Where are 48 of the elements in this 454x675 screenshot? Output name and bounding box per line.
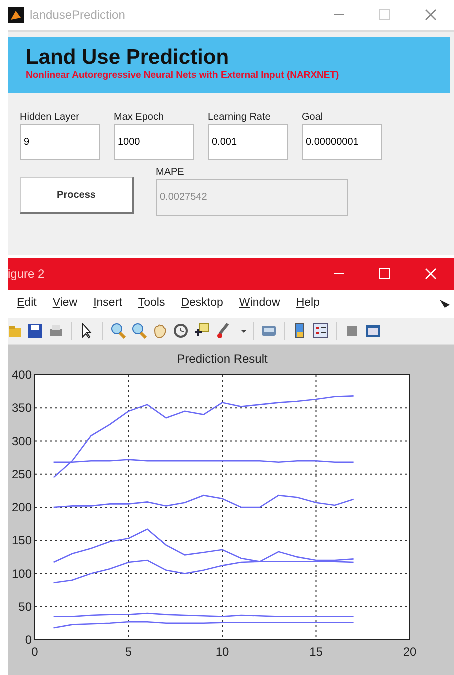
- legend-icon[interactable]: [313, 323, 329, 339]
- menu-item[interactable]: View: [52, 295, 78, 313]
- process-button[interactable]: Process: [20, 177, 134, 214]
- window-title: igure 2: [8, 266, 45, 283]
- input-field[interactable]: 0.00000001: [302, 124, 382, 160]
- menu-item[interactable]: Help: [296, 295, 320, 313]
- y-tick-label: 350: [12, 401, 32, 416]
- hand-icon[interactable]: [152, 323, 168, 339]
- x-tick-label: 10: [216, 645, 230, 659]
- y-tick-label: 250: [12, 467, 32, 482]
- y-tick-label: 150: [12, 534, 32, 548]
- close-icon[interactable]: [425, 8, 437, 21]
- x-tick-label: 20: [403, 645, 417, 659]
- chart-title: Prediction Result: [177, 352, 268, 366]
- field-label: MAPE: [156, 166, 186, 179]
- y-tick-label: 100: [12, 566, 32, 581]
- menu-item[interactable]: Edit: [17, 295, 37, 313]
- y-tick-label: 50: [18, 600, 32, 614]
- save-icon[interactable]: [27, 323, 43, 339]
- menu-item[interactable]: Desktop: [181, 295, 224, 313]
- input-field[interactable]: 9: [20, 124, 100, 160]
- input-field[interactable]: 1000: [114, 124, 194, 160]
- app-heading: Land Use Prediction: [26, 47, 230, 70]
- y-tick-label: 400: [12, 368, 32, 382]
- field-label: Hidden Layer: [20, 111, 80, 124]
- print-icon[interactable]: [48, 323, 64, 339]
- field-label: Max Epoch: [114, 111, 166, 124]
- x-tick-label: 15: [310, 645, 323, 659]
- y-tick-label: 300: [12, 434, 32, 448]
- dock-icon[interactable]: [365, 323, 381, 339]
- app-subtitle: Nonlinear Autoregressive Neural Nets with External Input (NARXNET): [26, 69, 340, 84]
- app-logo-icon: [8, 7, 24, 23]
- window-title: landusePrediction: [30, 7, 126, 24]
- y-tick-label: 200: [12, 500, 32, 514]
- zoom-out-icon[interactable]: [131, 323, 147, 339]
- dock-arrow-icon[interactable]: [440, 300, 450, 308]
- y-tick-label: 0: [25, 633, 32, 647]
- zoom-in-icon[interactable]: [110, 323, 126, 339]
- menu-item[interactable]: Tools: [138, 295, 166, 313]
- menu-item[interactable]: Insert: [94, 295, 122, 313]
- input-field[interactable]: 0.001: [208, 124, 288, 160]
- data-cursor-icon[interactable]: [194, 323, 210, 339]
- brush-icon[interactable]: [215, 323, 231, 339]
- x-tick-label: 0: [32, 645, 38, 659]
- menu-item[interactable]: Window: [239, 295, 280, 313]
- field-label: Goal: [302, 111, 324, 124]
- x-tick-label: 5: [125, 645, 132, 659]
- field-label: Learning Rate: [208, 111, 272, 124]
